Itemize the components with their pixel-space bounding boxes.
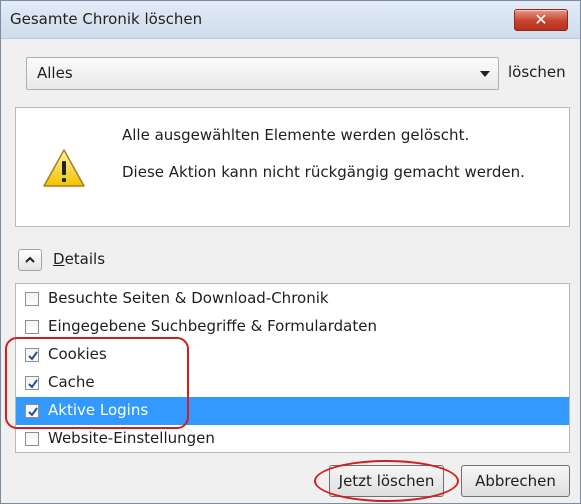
- chevron-down-icon: [480, 71, 490, 77]
- timerange-suffix-label: löschen: [508, 63, 566, 81]
- warning-text-line2: Diese Aktion kann nicht rückgängig gemac…: [122, 163, 525, 181]
- warning-icon: [43, 149, 85, 187]
- details-label: Details: [53, 250, 106, 268]
- timerange-value: Alles: [37, 64, 73, 82]
- checkbox[interactable]: [25, 432, 39, 446]
- timerange-select[interactable]: Alles: [26, 57, 499, 90]
- warning-text-line1: Alle ausgewählten Elemente werden gelösc…: [122, 126, 470, 144]
- checkbox[interactable]: [25, 320, 39, 334]
- window-title: Gesamte Chronik löschen: [10, 10, 203, 28]
- list-item-label: Eingegebene Suchbegriffe & Formulardaten: [48, 317, 377, 335]
- warning-panel: Alle ausgewählten Elemente werden gelösc…: [15, 107, 570, 227]
- list-item-label: Besuchte Seiten & Download-Chronik: [48, 289, 329, 307]
- title-bar: Gesamte Chronik löschen ✕: [1, 1, 580, 39]
- annotation-highlight-checked-items: [5, 337, 189, 429]
- details-collapse-button[interactable]: [18, 249, 42, 271]
- checkbox[interactable]: [25, 292, 39, 306]
- clear-history-dialog: Gesamte Chronik löschen ✕ Alles löschen …: [0, 0, 581, 504]
- list-item-label: Website-Einstellungen: [48, 429, 215, 447]
- cancel-button[interactable]: Abbrechen: [461, 465, 570, 497]
- chevron-up-icon: [25, 256, 35, 263]
- list-item-site-settings[interactable]: Website-Einstellungen: [16, 425, 569, 452]
- close-button[interactable]: ✕: [514, 9, 568, 31]
- list-item-history[interactable]: Besuchte Seiten & Download-Chronik: [16, 285, 569, 313]
- annotation-highlight-clear-button: [314, 460, 459, 502]
